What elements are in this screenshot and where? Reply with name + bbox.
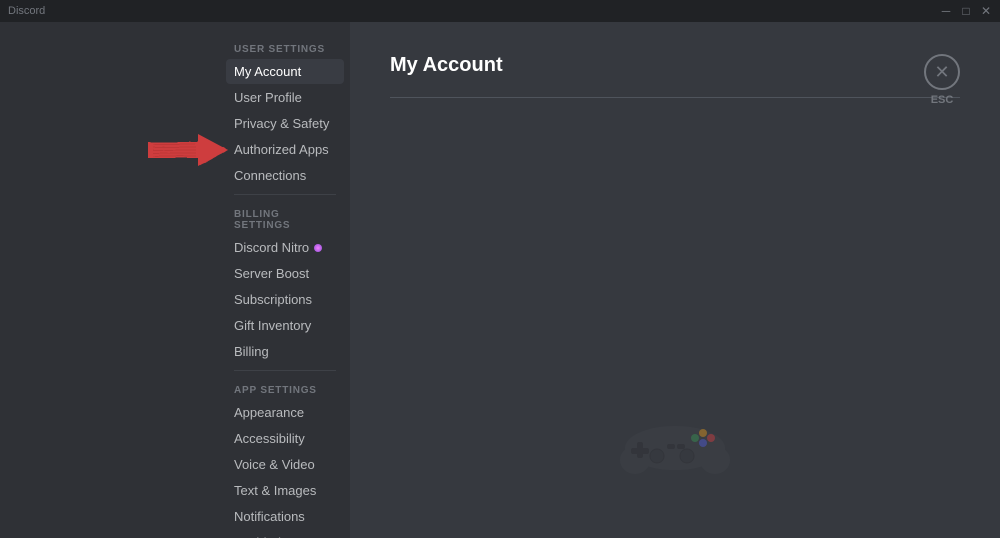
voice-video-label: Voice & Video bbox=[234, 457, 315, 472]
sidebar-item-user-profile[interactable]: User Profile bbox=[226, 85, 344, 110]
billing-settings-header: BILLING SETTINGS bbox=[226, 203, 344, 235]
titlebar-title: Discord bbox=[8, 5, 45, 17]
sidebar-item-discord-nitro[interactable]: Discord Nitro bbox=[226, 235, 344, 260]
app-container: USER SETTINGS My Account User Profile Pr… bbox=[0, 22, 1000, 538]
sidebar-item-connections[interactable]: Connections bbox=[226, 163, 344, 188]
content-divider bbox=[390, 97, 960, 98]
user-profile-label: User Profile bbox=[234, 90, 302, 105]
sidebar-item-appearance[interactable]: Appearance bbox=[226, 400, 344, 425]
sidebar-item-server-boost[interactable]: Server Boost bbox=[226, 261, 344, 286]
left-space bbox=[0, 22, 220, 538]
wumpus-illustration bbox=[615, 408, 735, 478]
maximize-button[interactable]: □ bbox=[960, 5, 972, 17]
settings-sidebar: USER SETTINGS My Account User Profile Pr… bbox=[220, 22, 350, 538]
sidebar-item-notifications[interactable]: Notifications bbox=[226, 504, 344, 529]
sidebar-item-privacy-safety[interactable]: Privacy & Safety bbox=[226, 111, 344, 136]
close-button-area[interactable]: ✕ ESC bbox=[924, 54, 960, 106]
server-boost-label: Server Boost bbox=[234, 266, 309, 281]
close-button[interactable]: ✕ bbox=[980, 5, 992, 17]
sidebar-item-billing[interactable]: Billing bbox=[226, 339, 344, 364]
controller-svg bbox=[615, 408, 735, 478]
nitro-badge-icon bbox=[314, 244, 322, 252]
titlebar-controls: ─ □ ✕ bbox=[940, 5, 992, 17]
gift-inventory-label: Gift Inventory bbox=[234, 318, 311, 333]
connections-label: Connections bbox=[234, 168, 306, 183]
discord-nitro-label: Discord Nitro bbox=[234, 240, 309, 255]
sidebar-item-subscriptions[interactable]: Subscriptions bbox=[226, 287, 344, 312]
authorized-apps-label: Authorized Apps bbox=[234, 142, 329, 157]
privacy-safety-label: Privacy & Safety bbox=[234, 116, 329, 131]
appearance-label: Appearance bbox=[234, 405, 304, 420]
close-x-icon: ✕ bbox=[934, 62, 949, 83]
sidebar-item-gift-inventory[interactable]: Gift Inventory bbox=[226, 313, 344, 338]
my-account-label: My Account bbox=[234, 64, 301, 79]
close-esc-label: ESC bbox=[931, 94, 954, 106]
titlebar: Discord ─ □ ✕ bbox=[0, 0, 1000, 22]
divider-2 bbox=[234, 370, 336, 371]
app-settings-header: APP SETTINGS bbox=[226, 379, 344, 400]
sidebar-item-accessibility[interactable]: Accessibility bbox=[226, 426, 344, 451]
text-images-label: Text & Images bbox=[234, 483, 316, 498]
sidebar-item-keybinds[interactable]: Keybinds bbox=[226, 530, 344, 538]
billing-label: Billing bbox=[234, 344, 269, 359]
divider-1 bbox=[234, 194, 336, 195]
notifications-label: Notifications bbox=[234, 509, 305, 524]
sidebar-item-text-images[interactable]: Text & Images bbox=[226, 478, 344, 503]
subscriptions-label: Subscriptions bbox=[234, 292, 312, 307]
sidebar-item-my-account[interactable]: My Account bbox=[226, 59, 344, 84]
sidebar-item-voice-video[interactable]: Voice & Video bbox=[226, 452, 344, 477]
accessibility-label: Accessibility bbox=[234, 431, 305, 446]
user-settings-header: USER SETTINGS bbox=[226, 38, 344, 59]
arrow-annotation bbox=[148, 132, 228, 171]
close-circle-icon[interactable]: ✕ bbox=[924, 54, 960, 90]
settings-content: My Account ✕ ESC bbox=[350, 22, 1000, 538]
page-title: My Account bbox=[390, 54, 960, 77]
minimize-button[interactable]: ─ bbox=[940, 5, 952, 17]
sidebar-item-authorized-apps[interactable]: Authorized Apps bbox=[226, 137, 344, 162]
